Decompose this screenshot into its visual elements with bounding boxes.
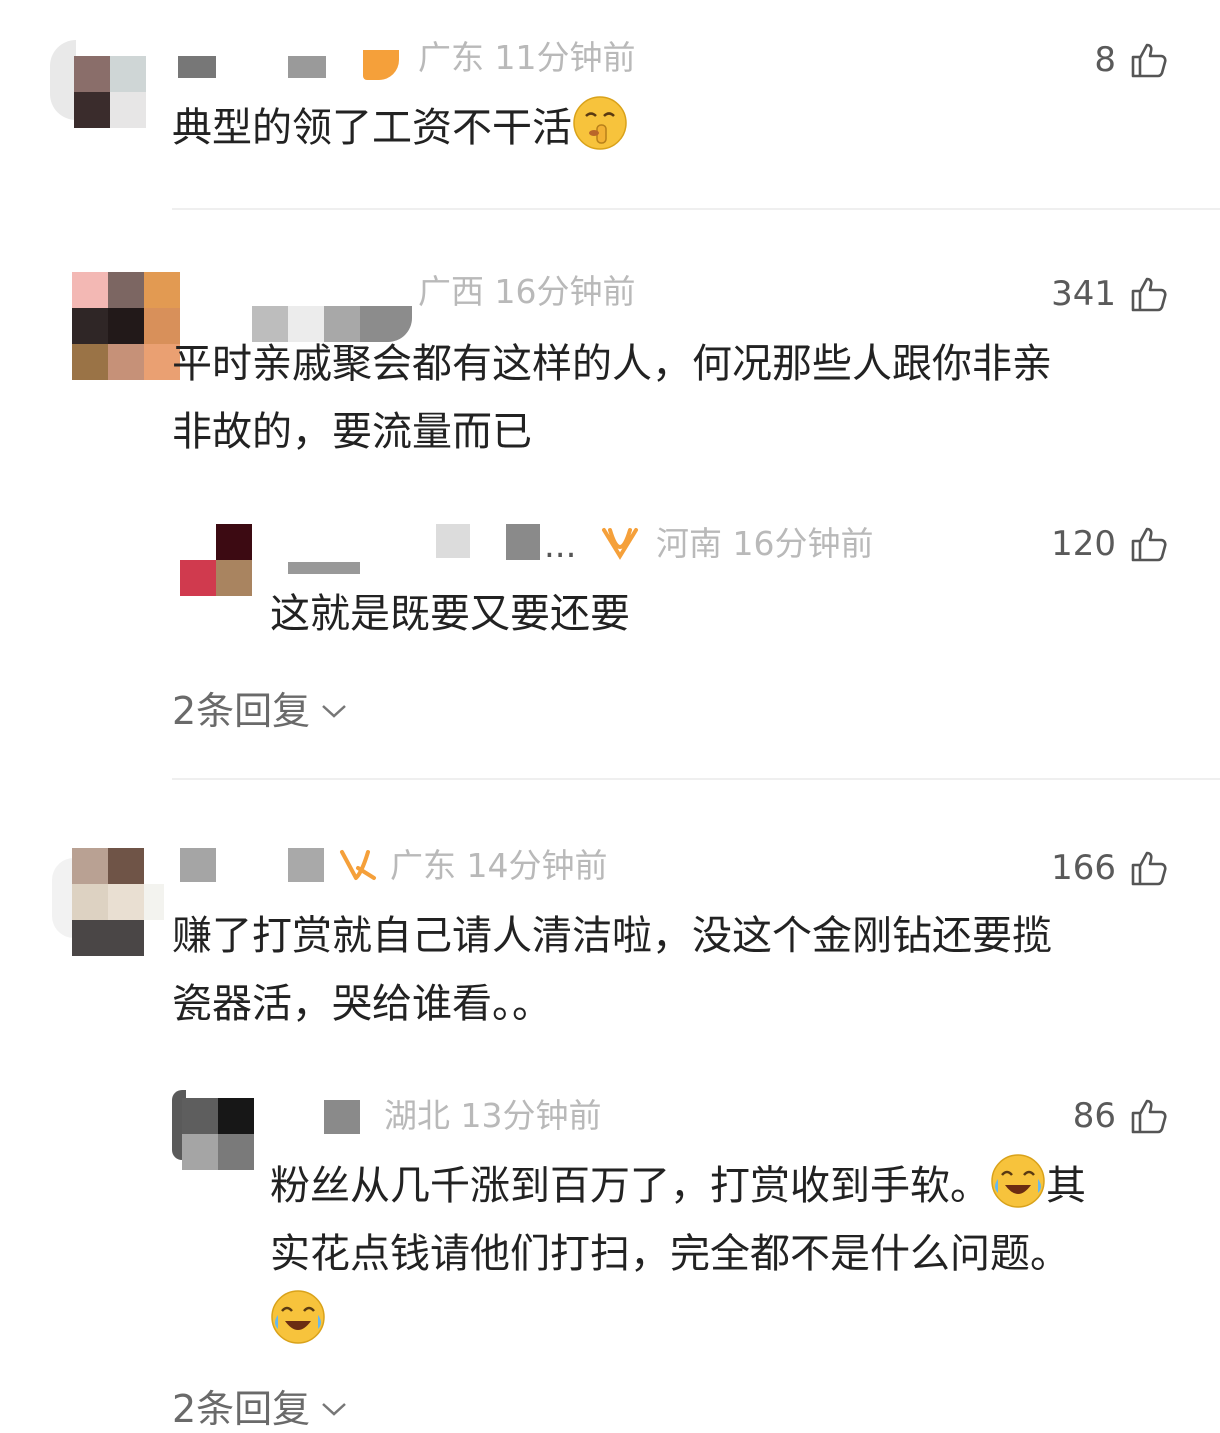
vip-badge-icon xyxy=(600,526,642,566)
chevron-down-icon xyxy=(320,1384,348,1428)
username-blurred[interactable] xyxy=(178,50,408,80)
username-blurred[interactable]: ... xyxy=(288,524,588,574)
avatar[interactable] xyxy=(50,40,146,128)
reply-meta: 河南 16分钟前 xyxy=(656,524,874,563)
like-button[interactable]: 341 xyxy=(1051,274,1168,314)
shush-emoji-icon xyxy=(572,95,628,151)
like-button[interactable]: 120 xyxy=(1051,524,1168,564)
chevron-down-icon xyxy=(320,686,348,730)
like-count: 341 xyxy=(1051,274,1116,314)
thumbs-up-icon xyxy=(1130,525,1168,563)
thumbs-up-icon xyxy=(1130,1097,1168,1135)
crying-laughing-emoji-icon xyxy=(270,1289,326,1345)
comment-text: 平时亲戚聚会都有这样的人，何况那些人跟你非亲 非故的，要流量而已 xyxy=(172,341,1052,455)
like-count: 166 xyxy=(1051,848,1116,888)
username-ellipsis: ... xyxy=(544,526,577,566)
crying-laughing-emoji-icon xyxy=(990,1153,1046,1209)
reply-text: 这就是既要又要还要 xyxy=(270,591,630,637)
username-blurred[interactable] xyxy=(324,1100,364,1136)
comment-meta: 广东 14分钟前 xyxy=(390,846,608,885)
reply-meta: 湖北 13分钟前 xyxy=(384,1096,602,1135)
view-more-replies[interactable]: 2条回复 xyxy=(172,1378,348,1433)
like-count: 8 xyxy=(1094,40,1116,80)
avatar[interactable] xyxy=(72,272,180,380)
thumbs-up-icon xyxy=(1130,41,1168,79)
comment-text: 典型的领了工资不干活 xyxy=(172,94,628,162)
reply-text: 粉丝从几千涨到百万了，打赏收到手软。 其 实花点钱请他们打扫，完全都不是什么问题… xyxy=(270,1152,1086,1356)
thumbs-up-icon xyxy=(1130,849,1168,887)
avatar[interactable] xyxy=(52,848,166,956)
avatar[interactable] xyxy=(178,524,254,596)
more-replies-label: 2条回复 xyxy=(172,1387,311,1431)
like-count: 120 xyxy=(1051,524,1116,564)
avatar[interactable] xyxy=(172,1090,254,1170)
divider xyxy=(172,778,1220,780)
divider xyxy=(172,208,1220,210)
comment-text: 赚了打赏就自己请人清洁啦，没这个金刚钻还要揽 瓷器活，哭给谁看。。 xyxy=(172,913,1052,1027)
like-button[interactable]: 86 xyxy=(1073,1096,1168,1136)
like-button[interactable]: 166 xyxy=(1051,848,1168,888)
vip-badge-icon xyxy=(338,848,378,888)
like-button[interactable]: 8 xyxy=(1094,40,1168,80)
username-blurred[interactable] xyxy=(180,848,330,884)
comment-meta: 广东 11分钟前 xyxy=(418,38,636,77)
thumbs-up-icon xyxy=(1130,275,1168,313)
like-count: 86 xyxy=(1072,1096,1116,1136)
more-replies-label: 2条回复 xyxy=(172,689,311,733)
comment-meta: 广西 16分钟前 xyxy=(418,272,636,311)
view-more-replies[interactable]: 2条回复 xyxy=(172,680,348,735)
